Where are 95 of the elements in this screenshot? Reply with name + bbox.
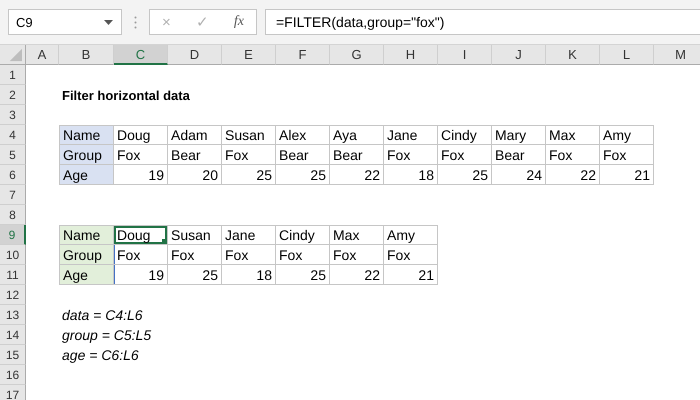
table-cell: 18: [384, 165, 438, 185]
table-cell: Fox: [114, 145, 168, 165]
column-header[interactable]: E: [222, 45, 276, 65]
column-header[interactable]: D: [168, 45, 222, 65]
column-header[interactable]: C: [114, 45, 168, 65]
name-box[interactable]: C9: [8, 9, 122, 35]
table-cell: Fox: [330, 245, 384, 265]
table-cell: Bear: [492, 145, 546, 165]
table-cell: 18: [222, 265, 276, 285]
table-cell: Fox: [222, 245, 276, 265]
column-header[interactable]: J: [492, 45, 546, 65]
insert-function-button[interactable]: fx: [228, 14, 250, 30]
row-header[interactable]: 14: [0, 325, 26, 345]
drag-handle-icon: [134, 16, 137, 28]
row-header[interactable]: 11: [0, 265, 26, 285]
column-header[interactable]: B: [59, 45, 114, 65]
table-cell: 22: [330, 165, 384, 185]
table-cell: 25: [222, 165, 276, 185]
table-cell: Fox: [114, 245, 168, 265]
table-cell: Fox: [168, 245, 222, 265]
table-cell: Amy: [600, 125, 654, 145]
row-header[interactable]: 5: [0, 145, 26, 165]
table-cell: Mary: [492, 125, 546, 145]
table-cell[interactable]: Doug: [114, 225, 168, 245]
table-cell: Fox: [384, 145, 438, 165]
row-label-cell: Age: [59, 165, 114, 185]
table-cell: Bear: [168, 145, 222, 165]
table-cell: Susan: [168, 225, 222, 245]
row-header[interactable]: 1: [0, 65, 26, 85]
row-header[interactable]: 17: [0, 385, 26, 400]
table-cell: 21: [600, 165, 654, 185]
table-cell: 25: [276, 165, 330, 185]
row-header[interactable]: 7: [0, 185, 26, 205]
table-cell: Fox: [546, 145, 600, 165]
column-header[interactable]: G: [330, 45, 384, 65]
table-cell: Cindy: [438, 125, 492, 145]
table-cell: Fox: [384, 245, 438, 265]
column-header[interactable]: L: [600, 45, 654, 65]
table-cell: 19: [114, 165, 168, 185]
row-label-cell: Group: [59, 145, 114, 165]
table-cell: Max: [330, 225, 384, 245]
row-header[interactable]: 8: [0, 205, 26, 225]
row-header[interactable]: 6: [0, 165, 26, 185]
caret-icon[interactable]: [104, 20, 113, 24]
table-cell: 20: [168, 165, 222, 185]
column-header[interactable]: F: [276, 45, 330, 65]
row-header[interactable]: 2: [0, 85, 26, 105]
table-cell: Jane: [384, 125, 438, 145]
table-cell: Aya: [330, 125, 384, 145]
column-header[interactable]: H: [384, 45, 438, 65]
table-cell: Fox: [222, 145, 276, 165]
row-header[interactable]: 13: [0, 305, 26, 325]
row-header[interactable]: 4: [0, 125, 26, 145]
table-cell: Alex: [276, 125, 330, 145]
table-cell: Susan: [222, 125, 276, 145]
table-cell: Bear: [276, 145, 330, 165]
table-cell: Cindy: [276, 225, 330, 245]
note-text: group = C5:L5: [61, 326, 152, 345]
table-cell: 22: [330, 265, 384, 285]
table-cell: 24: [492, 165, 546, 185]
row-header[interactable]: 15: [0, 345, 26, 365]
row-label-cell: Name: [59, 225, 114, 245]
table-cell: Adam: [168, 125, 222, 145]
table-cell: Fox: [600, 145, 654, 165]
note-text: data = C4:L6: [61, 306, 144, 325]
row-header[interactable]: 10: [0, 245, 26, 265]
row-header[interactable]: 16: [0, 365, 26, 385]
table-cell: Max: [546, 125, 600, 145]
column-header[interactable]: M: [654, 45, 700, 65]
column-header[interactable]: I: [438, 45, 492, 65]
table-cell: 25: [168, 265, 222, 285]
table-cell: Jane: [222, 225, 276, 245]
table-cell: 19: [114, 265, 168, 285]
table-cell: Bear: [330, 145, 384, 165]
column-header[interactable]: A: [26, 45, 59, 65]
row-label-cell: Name: [59, 125, 114, 145]
formula-field[interactable]: =FILTER(data,group="fox"): [265, 9, 700, 35]
note-text: age = C6:L6: [61, 346, 140, 365]
row-header[interactable]: 12: [0, 285, 26, 305]
table-cell: 25: [438, 165, 492, 185]
row-label-cell: Age: [59, 265, 114, 285]
select-all-icon[interactable]: [0, 45, 26, 65]
column-header[interactable]: K: [546, 45, 600, 65]
sheet-title: Filter horizontal data: [61, 86, 191, 104]
table-cell: 25: [276, 265, 330, 285]
row-header[interactable]: 3: [0, 105, 26, 125]
row-label-cell: Group: [59, 245, 114, 265]
table-cell: Doug: [114, 125, 168, 145]
table-cell: 21: [384, 265, 438, 285]
table-cell: Fox: [276, 245, 330, 265]
fill-handle[interactable]: [162, 239, 167, 244]
table-cell: 22: [546, 165, 600, 185]
table-cell: Fox: [438, 145, 492, 165]
table-cell: Amy: [384, 225, 438, 245]
row-header[interactable]: 9: [0, 225, 26, 245]
